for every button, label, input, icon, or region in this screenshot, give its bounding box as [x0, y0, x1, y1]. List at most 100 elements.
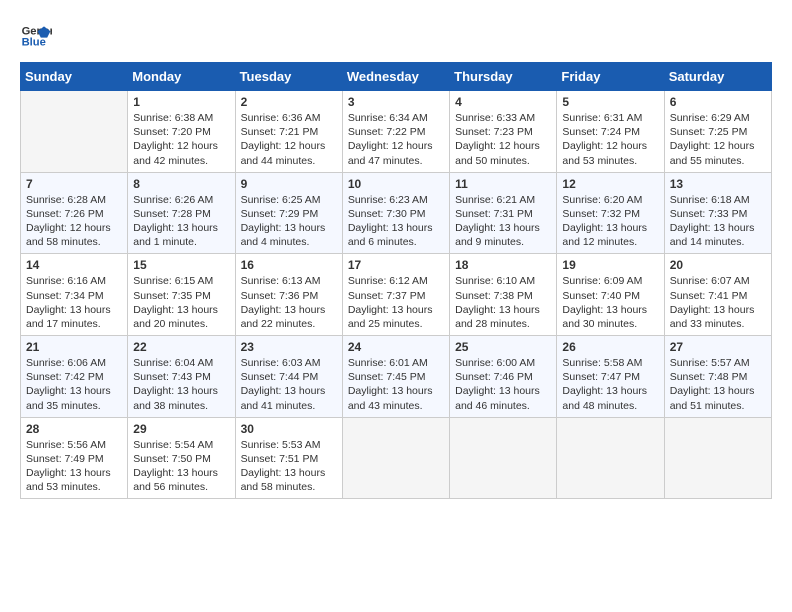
day-number: 11	[455, 177, 551, 191]
day-info: Sunrise: 6:34 AMSunset: 7:22 PMDaylight:…	[348, 111, 444, 168]
day-info: Sunrise: 6:04 AMSunset: 7:43 PMDaylight:…	[133, 356, 229, 413]
day-info: Sunrise: 6:25 AMSunset: 7:29 PMDaylight:…	[241, 193, 337, 250]
day-info: Sunrise: 6:03 AMSunset: 7:44 PMDaylight:…	[241, 356, 337, 413]
day-number: 20	[670, 258, 766, 272]
day-info: Sunrise: 6:20 AMSunset: 7:32 PMDaylight:…	[562, 193, 658, 250]
calendar-week-1: 1Sunrise: 6:38 AMSunset: 7:20 PMDaylight…	[21, 91, 772, 173]
day-info: Sunrise: 5:56 AMSunset: 7:49 PMDaylight:…	[26, 438, 122, 495]
day-info: Sunrise: 6:23 AMSunset: 7:30 PMDaylight:…	[348, 193, 444, 250]
day-number: 1	[133, 95, 229, 109]
calendar-cell: 14Sunrise: 6:16 AMSunset: 7:34 PMDayligh…	[21, 254, 128, 336]
calendar-cell: 19 Sunrise: 6:09 AMSunset: 7:40 PMDayligh…	[557, 254, 664, 336]
calendar-cell: 7 Sunrise: 6:28 AMSunset: 7:26 PMDaylight…	[21, 172, 128, 254]
day-number: 30	[241, 422, 337, 436]
day-info: Sunrise: 6:09 AMSunset: 7:40 PMDaylight:…	[562, 274, 658, 331]
calendar-cell: 24 Sunrise: 6:01 AMSunset: 7:45 PMDayligh…	[342, 336, 449, 418]
logo: General Blue	[20, 20, 52, 52]
calendar-cell: 15Sunrise: 6:15 AMSunset: 7:35 PMDayligh…	[128, 254, 235, 336]
weekday-header-friday: Friday	[557, 63, 664, 91]
calendar-cell: 29 Sunrise: 5:54 AMSunset: 7:50 PMDayligh…	[128, 417, 235, 499]
day-number: 2	[241, 95, 337, 109]
weekday-header-row: SundayMondayTuesdayWednesdayThursdayFrid…	[21, 63, 772, 91]
day-number: 16	[241, 258, 337, 272]
day-number: 28	[26, 422, 122, 436]
calendar-cell: 11 Sunrise: 6:21 AMSunset: 7:31 PMDayligh…	[450, 172, 557, 254]
day-info: Sunrise: 6:31 AMSunset: 7:24 PMDaylight:…	[562, 111, 658, 168]
day-number: 7	[26, 177, 122, 191]
day-info: Sunrise: 6:07 AMSunset: 7:41 PMDaylight:…	[670, 274, 766, 331]
weekday-header-thursday: Thursday	[450, 63, 557, 91]
calendar-cell: 18 Sunrise: 6:10 AMSunset: 7:38 PMDayligh…	[450, 254, 557, 336]
calendar-body: 1Sunrise: 6:38 AMSunset: 7:20 PMDaylight…	[21, 91, 772, 499]
calendar-week-4: 21Sunrise: 6:06 AMSunset: 7:42 PMDayligh…	[21, 336, 772, 418]
day-info: Sunrise: 5:58 AMSunset: 7:47 PMDaylight:…	[562, 356, 658, 413]
calendar-cell: 3 Sunrise: 6:34 AMSunset: 7:22 PMDaylight…	[342, 91, 449, 173]
day-number: 15	[133, 258, 229, 272]
calendar-cell: 28 Sunrise: 5:56 AMSunset: 7:49 PMDayligh…	[21, 417, 128, 499]
day-number: 23	[241, 340, 337, 354]
calendar-cell: 20 Sunrise: 6:07 AMSunset: 7:41 PMDayligh…	[664, 254, 771, 336]
calendar-cell: 1Sunrise: 6:38 AMSunset: 7:20 PMDaylight…	[128, 91, 235, 173]
calendar-cell: 5 Sunrise: 6:31 AMSunset: 7:24 PMDaylight…	[557, 91, 664, 173]
weekday-header-saturday: Saturday	[664, 63, 771, 91]
day-number: 18	[455, 258, 551, 272]
calendar-cell	[342, 417, 449, 499]
calendar-week-3: 14Sunrise: 6:16 AMSunset: 7:34 PMDayligh…	[21, 254, 772, 336]
day-number: 10	[348, 177, 444, 191]
day-number: 14	[26, 258, 122, 272]
day-number: 3	[348, 95, 444, 109]
day-number: 24	[348, 340, 444, 354]
day-info: Sunrise: 6:36 AMSunset: 7:21 PMDaylight:…	[241, 111, 337, 168]
calendar-cell: 4 Sunrise: 6:33 AMSunset: 7:23 PMDaylight…	[450, 91, 557, 173]
calendar-cell: 23 Sunrise: 6:03 AMSunset: 7:44 PMDayligh…	[235, 336, 342, 418]
calendar-cell: 13 Sunrise: 6:18 AMSunset: 7:33 PMDayligh…	[664, 172, 771, 254]
day-info: Sunrise: 6:21 AMSunset: 7:31 PMDaylight:…	[455, 193, 551, 250]
calendar-cell: 8Sunrise: 6:26 AMSunset: 7:28 PMDaylight…	[128, 172, 235, 254]
day-number: 29	[133, 422, 229, 436]
calendar-week-5: 28 Sunrise: 5:56 AMSunset: 7:49 PMDayligh…	[21, 417, 772, 499]
day-info: Sunrise: 6:13 AMSunset: 7:36 PMDaylight:…	[241, 274, 337, 331]
day-number: 26	[562, 340, 658, 354]
calendar-cell	[664, 417, 771, 499]
calendar-cell: 25Sunrise: 6:00 AMSunset: 7:46 PMDayligh…	[450, 336, 557, 418]
calendar-cell: 22 Sunrise: 6:04 AMSunset: 7:43 PMDayligh…	[128, 336, 235, 418]
day-info: Sunrise: 5:54 AMSunset: 7:50 PMDaylight:…	[133, 438, 229, 495]
calendar-cell: 26 Sunrise: 5:58 AMSunset: 7:47 PMDayligh…	[557, 336, 664, 418]
calendar-cell: 6 Sunrise: 6:29 AMSunset: 7:25 PMDaylight…	[664, 91, 771, 173]
calendar-table: SundayMondayTuesdayWednesdayThursdayFrid…	[20, 62, 772, 499]
day-number: 9	[241, 177, 337, 191]
day-info: Sunrise: 6:28 AMSunset: 7:26 PMDaylight:…	[26, 193, 122, 250]
day-number: 27	[670, 340, 766, 354]
calendar-cell: 9 Sunrise: 6:25 AMSunset: 7:29 PMDaylight…	[235, 172, 342, 254]
day-number: 22	[133, 340, 229, 354]
day-info: Sunrise: 6:26 AMSunset: 7:28 PMDaylight:…	[133, 193, 229, 250]
day-info: Sunrise: 6:29 AMSunset: 7:25 PMDaylight:…	[670, 111, 766, 168]
weekday-header-sunday: Sunday	[21, 63, 128, 91]
calendar-cell: 30Sunrise: 5:53 AMSunset: 7:51 PMDayligh…	[235, 417, 342, 499]
day-info: Sunrise: 5:57 AMSunset: 7:48 PMDaylight:…	[670, 356, 766, 413]
calendar-cell	[450, 417, 557, 499]
calendar-cell: 17Sunrise: 6:12 AMSunset: 7:37 PMDayligh…	[342, 254, 449, 336]
day-number: 4	[455, 95, 551, 109]
day-info: Sunrise: 6:01 AMSunset: 7:45 PMDaylight:…	[348, 356, 444, 413]
day-number: 17	[348, 258, 444, 272]
day-number: 5	[562, 95, 658, 109]
day-number: 19	[562, 258, 658, 272]
weekday-header-wednesday: Wednesday	[342, 63, 449, 91]
calendar-cell: 21Sunrise: 6:06 AMSunset: 7:42 PMDayligh…	[21, 336, 128, 418]
calendar-cell: 2 Sunrise: 6:36 AMSunset: 7:21 PMDaylight…	[235, 91, 342, 173]
logo-icon: General Blue	[20, 20, 52, 52]
calendar-cell	[557, 417, 664, 499]
day-number: 6	[670, 95, 766, 109]
svg-text:Blue: Blue	[22, 37, 46, 49]
day-info: Sunrise: 6:06 AMSunset: 7:42 PMDaylight:…	[26, 356, 122, 413]
header: General Blue	[20, 20, 772, 52]
day-number: 13	[670, 177, 766, 191]
day-info: Sunrise: 6:18 AMSunset: 7:33 PMDaylight:…	[670, 193, 766, 250]
calendar-cell	[21, 91, 128, 173]
calendar-week-2: 7 Sunrise: 6:28 AMSunset: 7:26 PMDaylight…	[21, 172, 772, 254]
day-info: Sunrise: 6:33 AMSunset: 7:23 PMDaylight:…	[455, 111, 551, 168]
calendar-cell: 10 Sunrise: 6:23 AMSunset: 7:30 PMDayligh…	[342, 172, 449, 254]
day-info: Sunrise: 6:10 AMSunset: 7:38 PMDaylight:…	[455, 274, 551, 331]
calendar-cell: 27 Sunrise: 5:57 AMSunset: 7:48 PMDayligh…	[664, 336, 771, 418]
